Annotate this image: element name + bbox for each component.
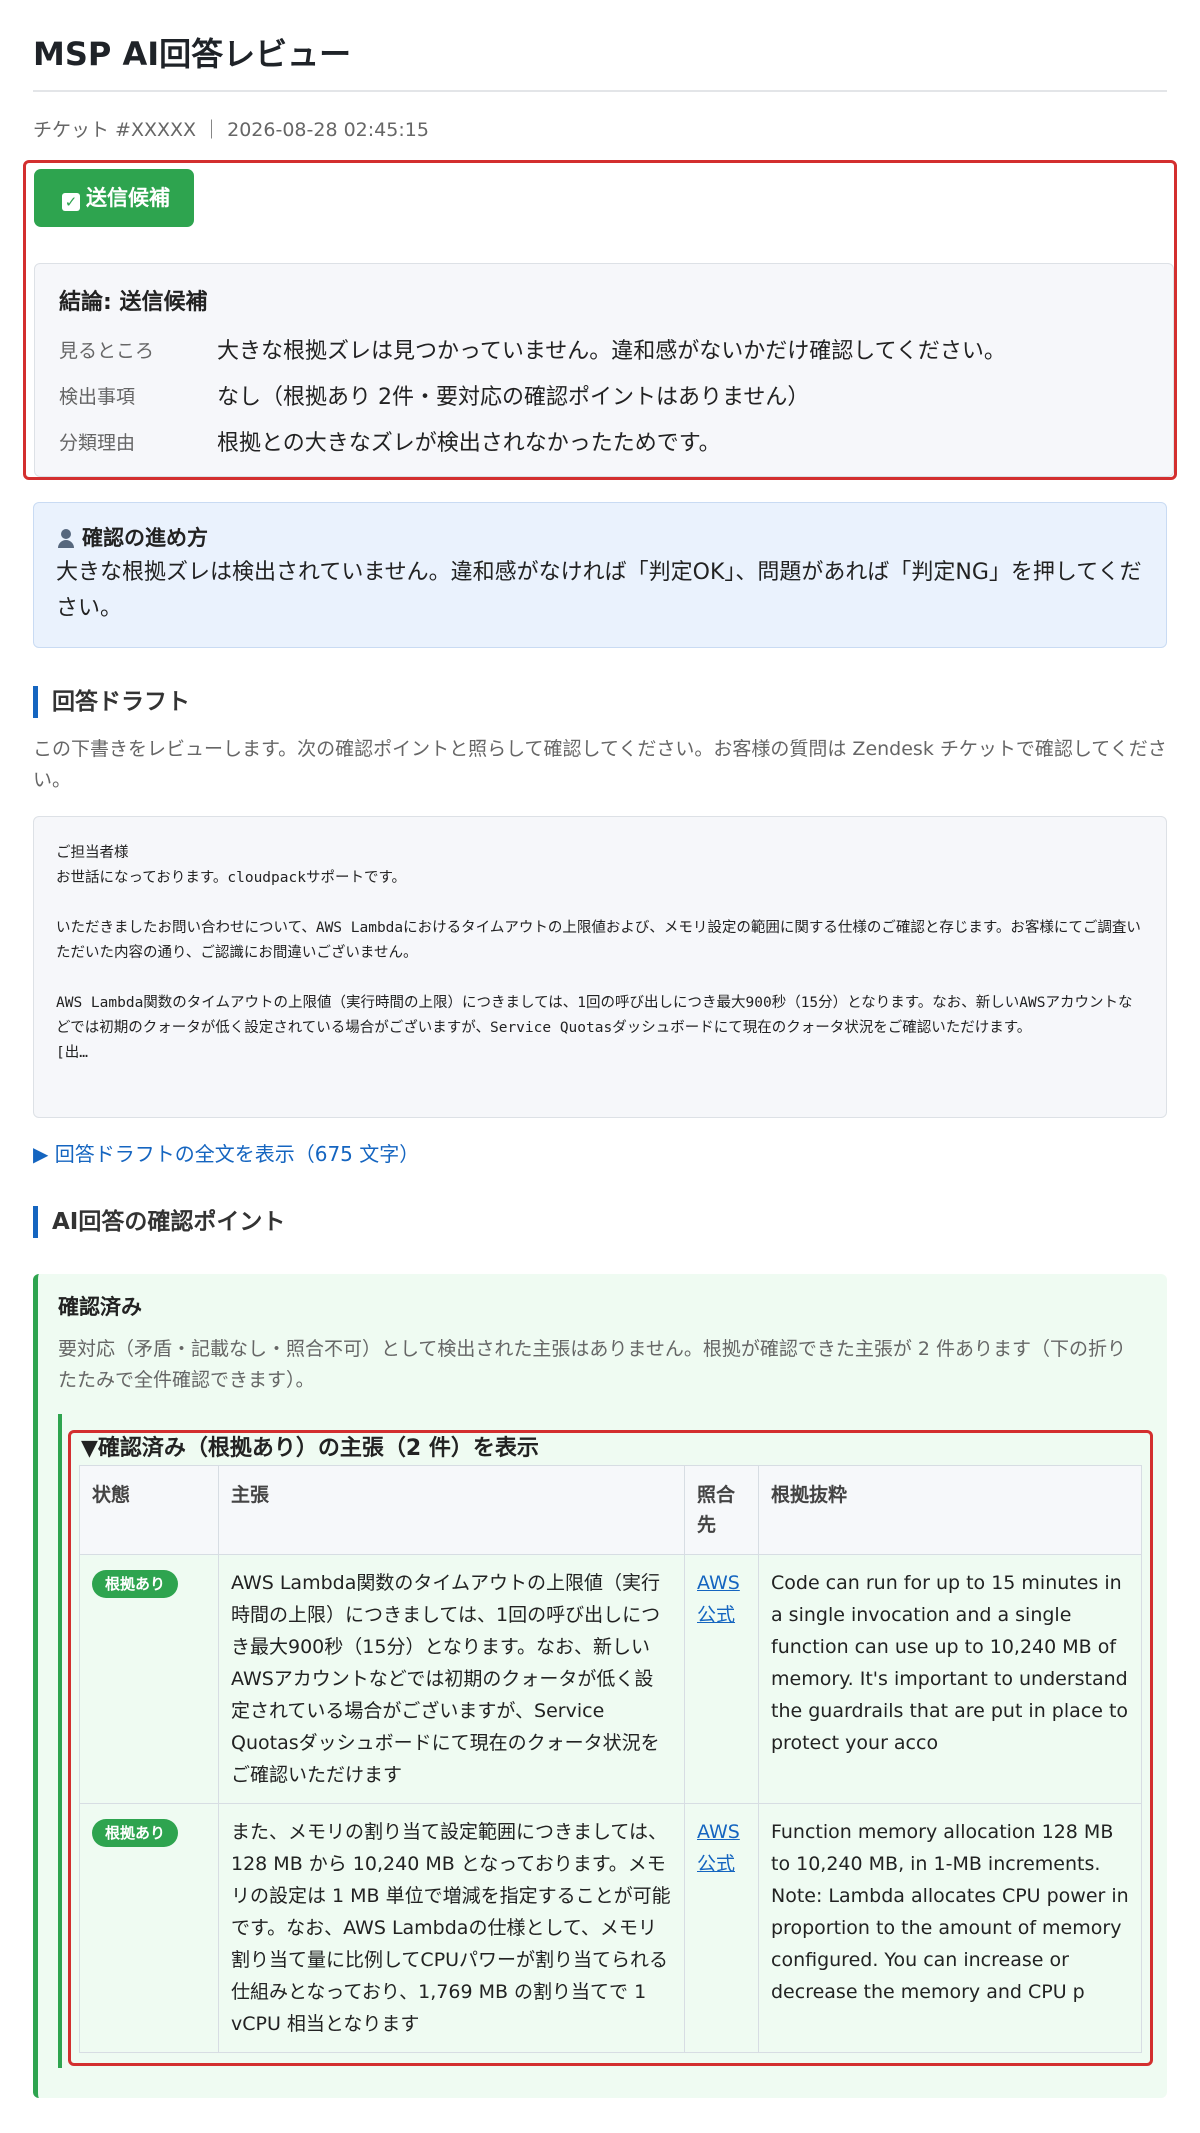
checkpoints-description: 要対応（矛盾・記載なし・照合不可）として検出された主張はありません。根拠が確認で… <box>58 1338 1127 1391</box>
claims-table: 状態 主張 照合先 根拠抜粋 根拠あり AWS Lambda関数のタイムアウトの… <box>79 1465 1142 2053</box>
status-cell: 根拠あり <box>79 1554 219 1804</box>
status-badge: 根拠あり <box>92 1570 179 1598</box>
claim-cell: また、メモリの割り当て設定範囲につきましては、128 MB から 10,240 … <box>218 1803 685 2053</box>
claims-summary-toggle[interactable]: ▼確認済み（根拠あり）の主張（2 件）を表示 <box>81 1433 1142 1465</box>
source-cell: AWS公式 <box>684 1803 759 2053</box>
verdict-details: 結論: 送信候補 見るところ 大きな根拠ズレは見つかっていません。違和感がないか… <box>34 263 1174 477</box>
column-header-claim: 主張 <box>218 1465 685 1555</box>
title-divider <box>33 90 1167 92</box>
verdict-row-value: 大きな根拠ズレは見つかっていません。違和感がないかだけ確認してください。 <box>217 339 1006 364</box>
status-cell: 根拠あり <box>79 1803 219 2053</box>
claims-details: ▼確認済み（根拠あり）の主張（2 件）を表示 状態 主張 照合先 根拠抜粋 根拠… <box>68 1430 1153 2066</box>
draft-body: ご担当者様 お世話になっております。cloudpackサポートです。 いただきま… <box>33 816 1167 1118</box>
evidence-cell: Code can run for up to 15 minutes in a s… <box>758 1554 1142 1804</box>
draft-description: この下書きをレビューします。次の確認ポイントと照らして確認してください。お客様の… <box>33 738 1167 791</box>
review-guide-panel: 確認の進め方 大きな根拠ズレは検出されていません。違和感がなければ「判定OK」、… <box>33 502 1167 648</box>
verdict-row: 検出事項 なし（根拠あり 2件・要対応の確認ポイントはありません） <box>59 372 1149 418</box>
checkpoints-heading: AI回答の確認ポイント <box>33 1206 1167 1238</box>
page-title: MSP AI回答レビュー <box>33 35 352 73</box>
ticket-meta: チケット #XXXXX ｜ 2026-08-28 02:45:15 <box>33 119 429 141</box>
verdict-conclusion: 結論: 送信候補 <box>59 290 208 315</box>
verdict-row-value: 根拠との大きなズレが検出されなかったためです。 <box>217 431 721 456</box>
checkpoints-title: 確認済み <box>58 1295 142 1319</box>
source-link[interactable]: AWS公式 <box>697 1572 740 1626</box>
verdict-panel: ✓ 送信候補 結論: 送信候補 見るところ 大きな根拠ズレは見つかっていません。違… <box>23 160 1177 480</box>
table-row: 根拠あり AWS Lambda関数のタイムアウトの上限値（実行時間の上限）につき… <box>79 1554 1142 1804</box>
check-box-icon: ✓ <box>62 193 80 211</box>
source-cell: AWS公式 <box>684 1554 759 1804</box>
evidence-cell: Function memory allocation 128 MB to 10,… <box>758 1803 1142 2053</box>
person-icon <box>56 528 76 548</box>
review-page: MSP AI回答レビュー チケット #XXXXX ｜ 2026-08-28 02… <box>0 0 1200 2133</box>
claims-details-wrap: ▼確認済み（根拠あり）の主張（2 件）を表示 状態 主張 照合先 根拠抜粋 根拠… <box>58 1414 1153 2068</box>
draft-heading: 回答ドラフト <box>33 686 1167 718</box>
column-header-status: 状態 <box>79 1465 219 1555</box>
review-guide-title: 確認の進め方 <box>56 523 1144 553</box>
verdict-row: 見るところ 大きな根拠ズレは見つかっていません。違和感がないかだけ確認してくださ… <box>59 326 1149 372</box>
review-guide-text: 大きな根拠ズレは検出されていません。違和感がなければ「判定OK」、問題があれば「… <box>56 560 1142 621</box>
table-row: 根拠あり また、メモリの割り当て設定範囲につきましては、128 MB から 10… <box>79 1803 1142 2053</box>
column-header-source: 照合先 <box>684 1465 759 1555</box>
checkpoints-panel: 確認済み 要対応（矛盾・記載なし・照合不可）として検出された主張はありません。根… <box>33 1274 1167 2098</box>
verdict-row-key: 分類理由 <box>59 431 136 454</box>
review-guide-title-text: 確認の進め方 <box>82 526 208 550</box>
source-link[interactable]: AWS公式 <box>697 1821 740 1875</box>
claims-header-row: 状態 主張 照合先 根拠抜粋 <box>79 1465 1142 1555</box>
column-header-evidence: 根拠抜粋 <box>758 1465 1142 1555</box>
send-candidate-badge: ✓ 送信候補 <box>34 169 194 227</box>
verdict-row-key: 検出事項 <box>59 385 136 408</box>
verdict-row-key: 見るところ <box>59 339 155 362</box>
verdict-row: 分類理由 根拠との大きなズレが検出されなかったためです。 <box>59 418 1149 464</box>
send-candidate-label: 送信候補 <box>86 186 170 210</box>
claim-cell: AWS Lambda関数のタイムアウトの上限値（実行時間の上限）につきましては、… <box>218 1554 685 1804</box>
status-badge: 根拠あり <box>92 1819 179 1847</box>
verdict-row-value: なし（根拠あり 2件・要対応の確認ポイントはありません） <box>217 385 810 410</box>
draft-expand-toggle[interactable]: ▶ 回答ドラフトの全文を表示（675 文字） <box>33 1140 1167 1168</box>
